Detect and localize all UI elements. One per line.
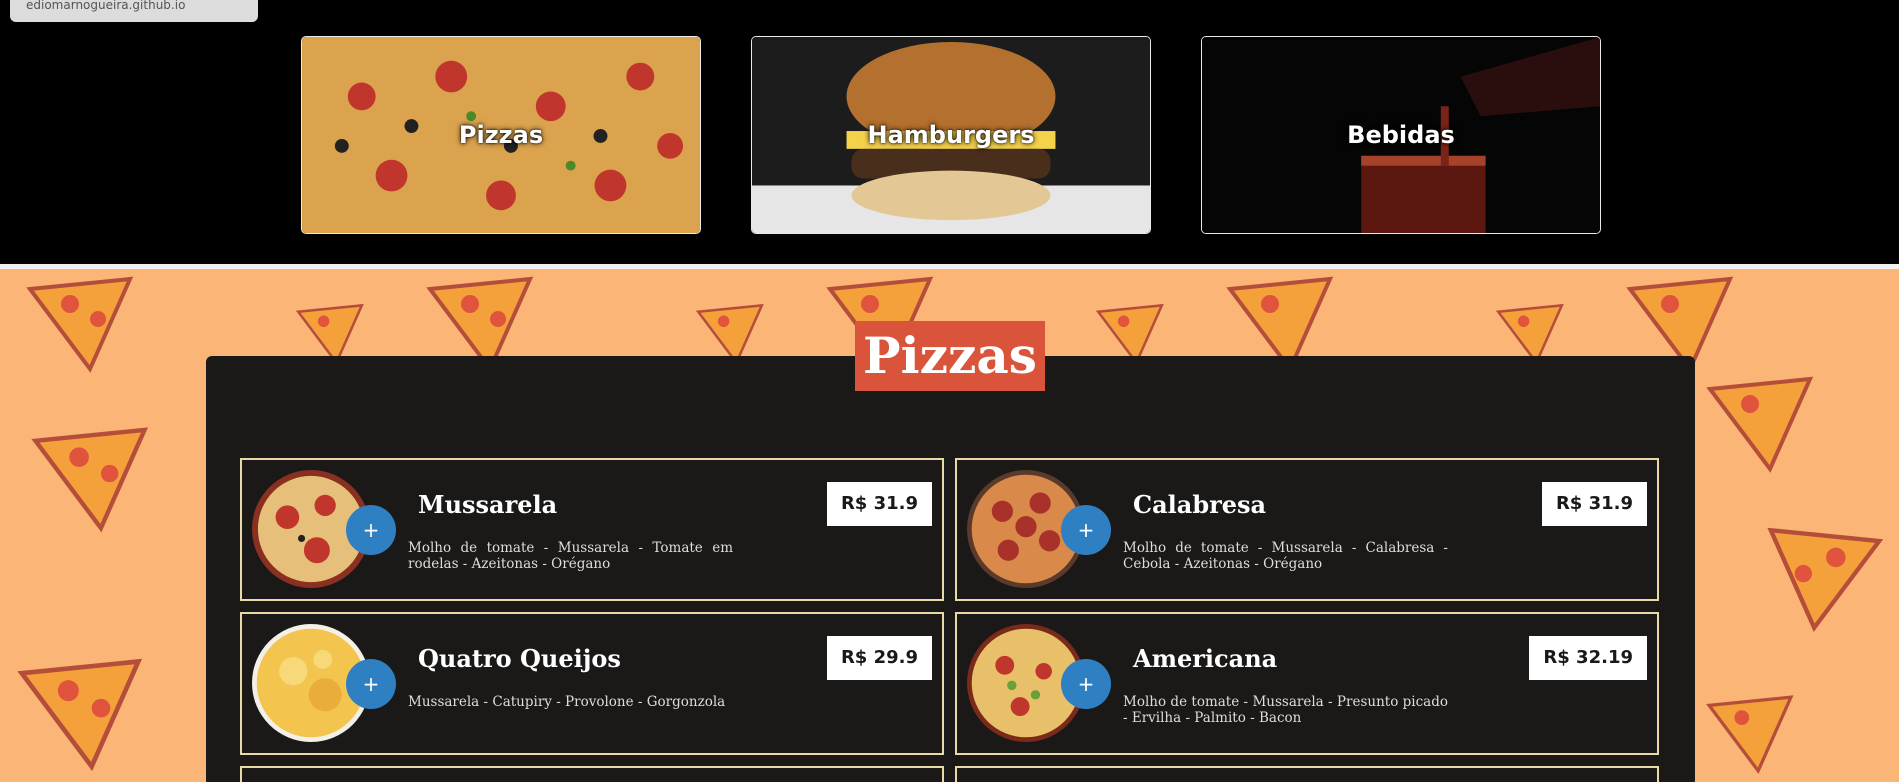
pizza-slice-icon	[1706, 695, 1794, 775]
add-to-cart-button[interactable]: +	[1061, 505, 1111, 555]
item-name: Calabresa	[1133, 490, 1267, 519]
url-tooltip: ediomarnogueira.github.io	[10, 0, 258, 22]
item-description: Molho de tomate - Mussarela - Tomate em …	[408, 540, 733, 572]
category-card-pizzas[interactable]: Pizzas	[301, 36, 701, 234]
pizza-slice-icon	[31, 427, 149, 533]
section-title: Pizzas	[855, 321, 1045, 391]
menu-item-card-partial	[240, 766, 944, 782]
plus-icon: +	[362, 518, 380, 542]
item-name: Mussarela	[418, 490, 558, 519]
item-description: Mussarela - Catupiry - Provolone - Gorgo…	[408, 694, 726, 710]
pizza-slice-icon	[26, 276, 134, 373]
add-to-cart-button[interactable]: +	[1061, 659, 1111, 709]
category-card-hamburgers[interactable]: Hamburgers	[751, 36, 1151, 234]
category-bar: ediomarnogueira.github.io Pizzas Hamburg…	[0, 0, 1899, 264]
pizza-slice-icon	[1767, 527, 1884, 633]
category-label: Hamburgers	[867, 121, 1035, 149]
item-description: Molho de tomate - Mussarela - Presunto p…	[1123, 694, 1448, 726]
plus-icon: +	[1077, 518, 1095, 542]
menu-item-card: + Mussarela Molho de tomate - Mussarela …	[240, 458, 944, 601]
category-label: Bebidas	[1347, 121, 1455, 149]
item-price: R$ 31.9	[826, 482, 932, 526]
item-name: Quatro Queijos	[418, 644, 621, 673]
item-price: R$ 32.19	[1529, 636, 1647, 680]
item-description: Molho de tomate - Mussarela - Calabresa …	[1123, 540, 1448, 572]
pizza-slice-icon	[17, 658, 143, 772]
plus-icon: +	[1077, 672, 1095, 696]
menu-item-card: + Calabresa Molho de tomate - Mussarela …	[955, 458, 1659, 601]
menu-item-card: + Americana Molho de tomate - Mussarela …	[955, 612, 1659, 755]
item-name: Americana	[1133, 644, 1278, 673]
pizza-slice-icon	[1706, 376, 1814, 473]
add-to-cart-button[interactable]: +	[346, 659, 396, 709]
item-price: R$ 31.9	[1541, 482, 1647, 526]
add-to-cart-button[interactable]: +	[346, 505, 396, 555]
item-price: R$ 29.9	[826, 636, 932, 680]
menu-item-card-partial	[955, 766, 1659, 782]
category-card-bebidas[interactable]: Bebidas	[1201, 36, 1601, 234]
menu-item-card: + Quatro Queijos Mussarela - Catupiry - …	[240, 612, 944, 755]
plus-icon: +	[362, 672, 380, 696]
category-label: Pizzas	[458, 121, 544, 149]
